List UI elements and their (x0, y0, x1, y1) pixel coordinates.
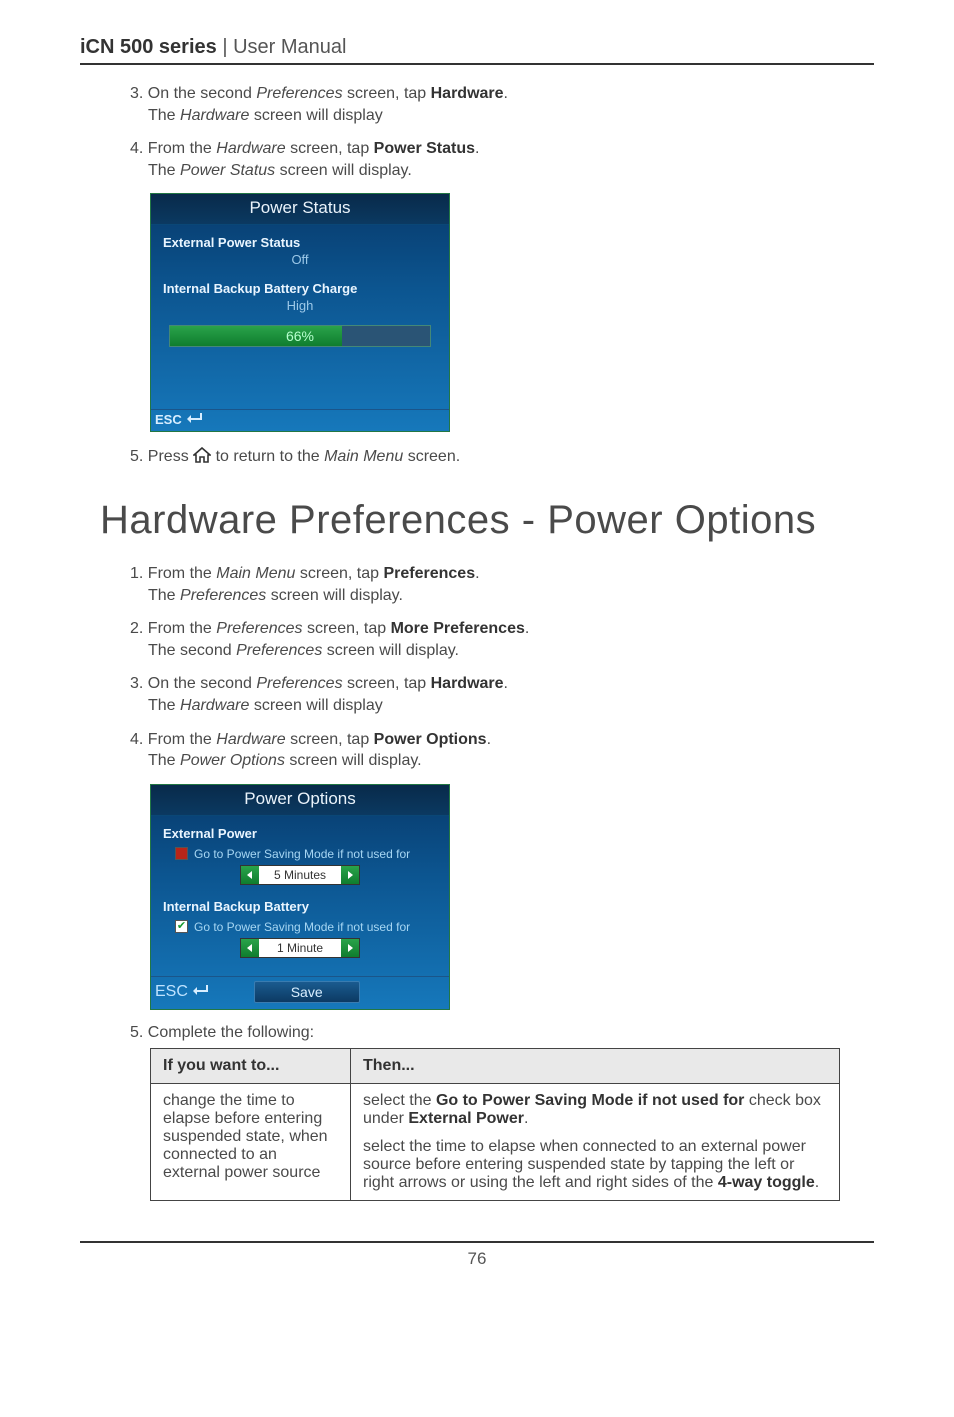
arrow-left-icon[interactable] (241, 939, 259, 957)
table-header-1: If you want to... (151, 1048, 351, 1083)
product-name: iCN 500 series (80, 36, 217, 58)
save-button[interactable]: Save (254, 981, 360, 1003)
table-cell-if: change the time to elapse before enterin… (151, 1083, 351, 1200)
step-a4: 4. From the Hardware screen, tap Power S… (130, 138, 874, 181)
arrow-right-icon[interactable] (341, 939, 359, 957)
section-title: Hardware Preferences - Power Options (100, 498, 874, 543)
step-b1: 1. From the Main Menu screen, tap Prefer… (130, 563, 874, 606)
instruction-table: If you want to... Then... change the tim… (150, 1048, 840, 1201)
steps-list-b: 1. From the Main Menu screen, tap Prefer… (130, 563, 874, 772)
esc-button[interactable]: ESC (155, 983, 208, 1001)
external-power-label: External Power (151, 816, 449, 841)
step-a5: 5. Press to return to the Main Menu scre… (130, 446, 874, 470)
step-b2: 2. From the Preferences screen, tap More… (130, 618, 874, 661)
home-icon (193, 447, 211, 470)
step-b5: 5. Complete the following: (130, 1024, 874, 1042)
external-power-status-label: External Power Status (151, 225, 449, 250)
device2-title: Power Options (151, 785, 449, 816)
internal-battery-spinner[interactable]: 1 Minute (240, 938, 360, 958)
arrow-right-icon[interactable] (341, 866, 359, 884)
internal-battery-spin-value: 1 Minute (259, 939, 341, 957)
step-b3: 3. On the second Preferences screen, tap… (130, 673, 874, 716)
power-options-screenshot: Power Options External Power Go to Power… (150, 784, 450, 1010)
step-b4: 4. From the Hardware screen, tap Power O… (130, 729, 874, 772)
arrow-left-icon[interactable] (241, 866, 259, 884)
table-header-2: Then... (351, 1048, 840, 1083)
battery-progress-bar: 66% (169, 325, 431, 347)
header-sep: | (217, 36, 233, 58)
enter-icon (192, 983, 208, 1001)
external-power-chk-text: Go to Power Saving Mode if not used for (194, 847, 410, 861)
external-power-checkbox[interactable] (175, 847, 188, 860)
external-power-spin-value: 5 Minutes (259, 866, 341, 884)
external-power-spinner[interactable]: 5 Minutes (240, 865, 360, 885)
step-a3: 3. On the second Preferences screen, tap… (130, 83, 874, 126)
battery-percent: 66% (170, 328, 430, 344)
steps-list-a5: 5. Press to return to the Main Menu scre… (130, 446, 874, 470)
table-cell-then: select the Go to Power Saving Mode if no… (351, 1083, 840, 1200)
internal-battery-label: Internal Backup Battery (151, 889, 449, 914)
battery-charge-value: High (151, 296, 449, 317)
enter-icon (186, 412, 202, 427)
external-power-status-value: Off (151, 250, 449, 271)
internal-battery-checkbox[interactable] (175, 920, 188, 933)
page-number: 76 (80, 1241, 874, 1269)
esc-button[interactable]: ESC (155, 412, 202, 427)
device1-title: Power Status (151, 194, 449, 225)
steps-list-a: 3. On the second Preferences screen, tap… (130, 83, 874, 181)
page-header: iCN 500 series | User Manual (80, 36, 874, 65)
power-status-screenshot: Power Status External Power Status Off I… (150, 193, 450, 432)
battery-charge-label: Internal Backup Battery Charge (151, 271, 449, 296)
doc-type: User Manual (233, 36, 346, 58)
internal-battery-chk-text: Go to Power Saving Mode if not used for (194, 920, 410, 934)
